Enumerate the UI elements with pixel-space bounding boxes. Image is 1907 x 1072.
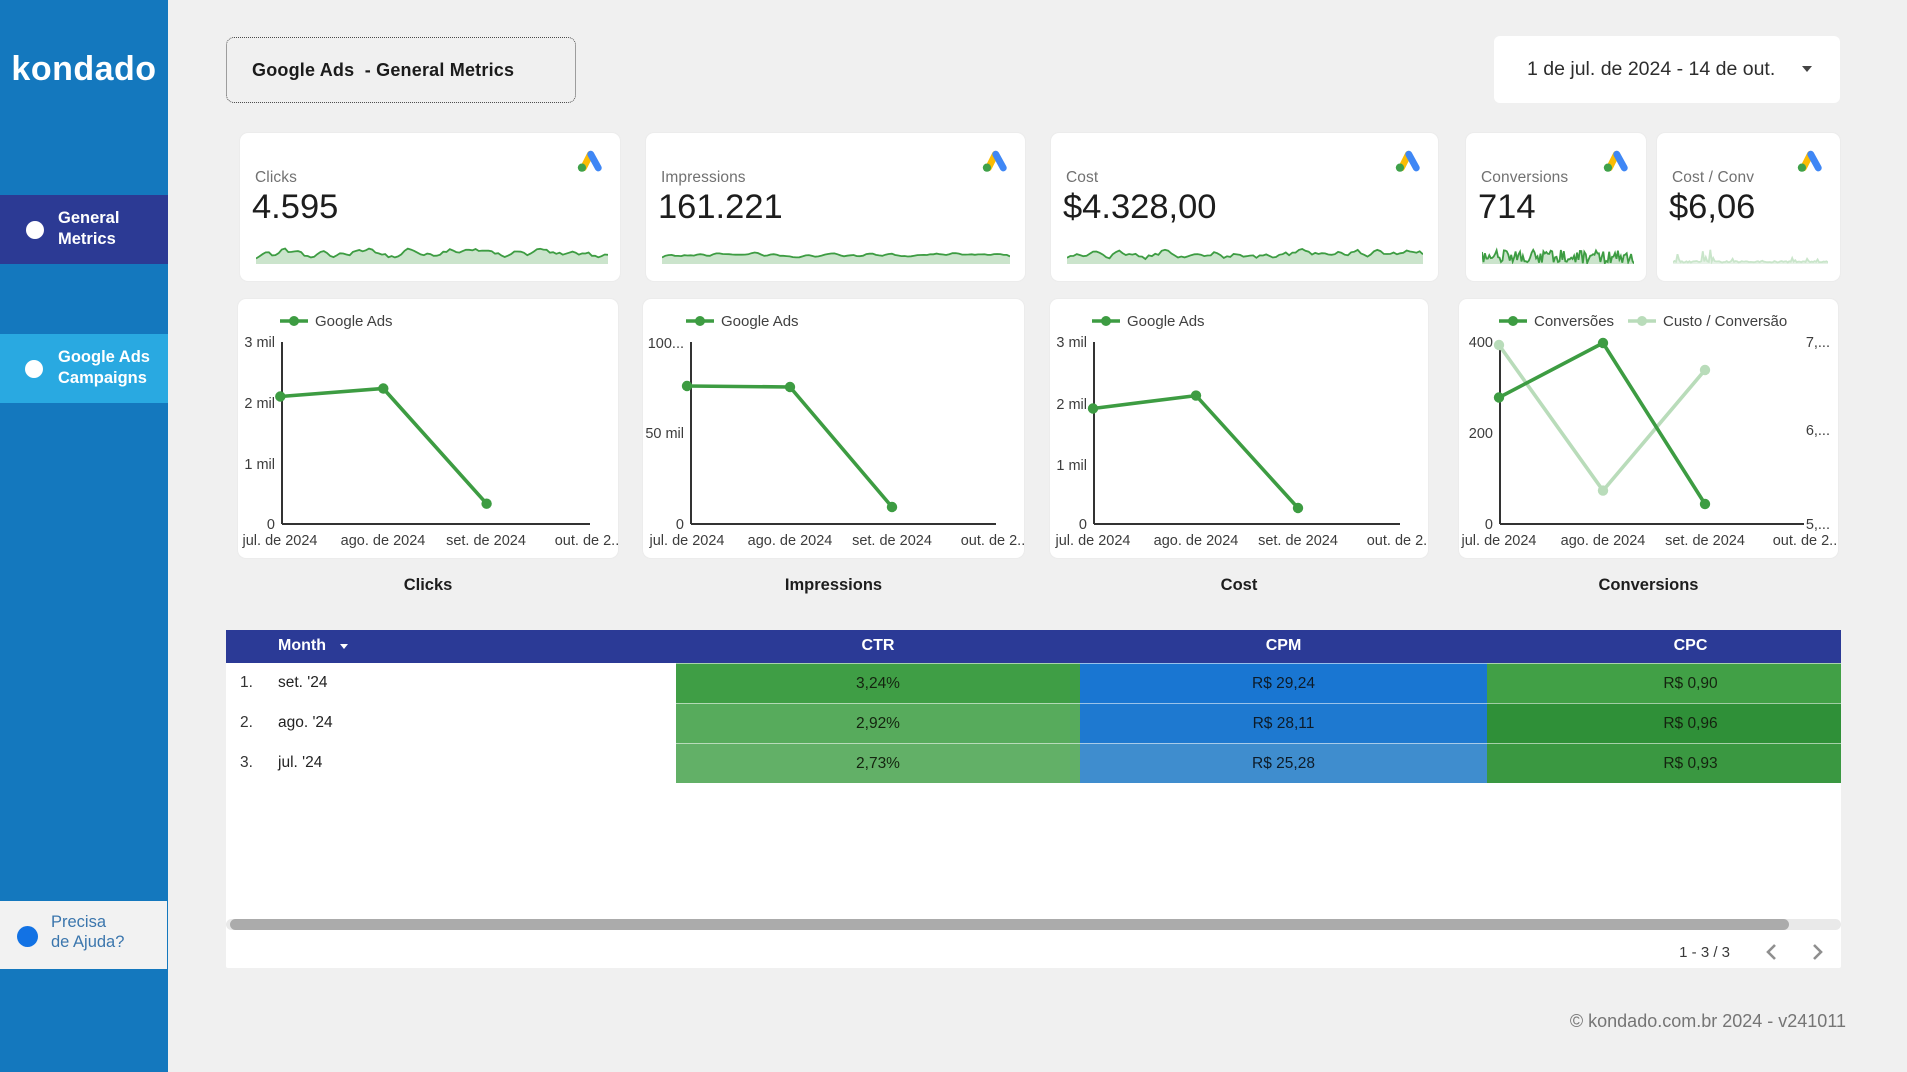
svg-text:ago. de 2024: ago. de 2024 xyxy=(341,533,426,549)
svg-text:400: 400 xyxy=(1469,335,1493,351)
svg-text:out. de 2...: out. de 2... xyxy=(555,533,618,549)
svg-text:out. de 2...: out. de 2... xyxy=(961,533,1024,549)
svg-text:Google Ads: Google Ads xyxy=(315,313,393,330)
svg-text:0: 0 xyxy=(676,517,684,533)
svg-text:Google Ads: Google Ads xyxy=(721,313,799,330)
svg-text:7,...: 7,... xyxy=(1806,335,1830,351)
svg-text:jul. de 2024: jul. de 2024 xyxy=(649,533,725,549)
svg-text:6,...: 6,... xyxy=(1806,423,1830,439)
svg-text:3 mil: 3 mil xyxy=(244,335,275,351)
svg-text:ago. de 2024: ago. de 2024 xyxy=(1154,533,1239,549)
svg-text:ago. de 2024: ago. de 2024 xyxy=(748,533,833,549)
svg-text:set. de 2024: set. de 2024 xyxy=(852,533,932,549)
svg-text:Conversões: Conversões xyxy=(1534,313,1614,330)
svg-text:3 mil: 3 mil xyxy=(1056,335,1087,351)
svg-text:set. de 2024: set. de 2024 xyxy=(446,533,526,549)
svg-text:out. de 2...: out. de 2... xyxy=(1367,533,1428,549)
svg-text:0: 0 xyxy=(1485,517,1493,533)
svg-text:jul. de 2024: jul. de 2024 xyxy=(1461,533,1537,549)
svg-text:2 mil: 2 mil xyxy=(1056,397,1087,413)
svg-text:ago. de 2024: ago. de 2024 xyxy=(1561,533,1646,549)
svg-text:1 mil: 1 mil xyxy=(1056,458,1087,474)
svg-text:5,...: 5,... xyxy=(1806,517,1830,533)
svg-text:Google Ads: Google Ads xyxy=(1127,313,1205,330)
svg-text:2 mil: 2 mil xyxy=(244,396,275,412)
svg-text:out. de 2...: out. de 2... xyxy=(1773,533,1838,549)
svg-text:set. de 2024: set. de 2024 xyxy=(1665,533,1745,549)
svg-text:50 mil: 50 mil xyxy=(645,426,684,442)
svg-text:0: 0 xyxy=(267,517,275,533)
svg-text:set. de 2024: set. de 2024 xyxy=(1258,533,1338,549)
svg-text:1 mil: 1 mil xyxy=(244,457,275,473)
svg-text:jul. de 2024: jul. de 2024 xyxy=(242,533,318,549)
svg-text:0: 0 xyxy=(1079,517,1087,533)
svg-text:Custo / Conversão: Custo / Conversão xyxy=(1663,313,1787,330)
svg-text:200: 200 xyxy=(1469,426,1493,442)
svg-text:100...: 100... xyxy=(648,336,684,352)
svg-text:jul. de 2024: jul. de 2024 xyxy=(1055,533,1131,549)
